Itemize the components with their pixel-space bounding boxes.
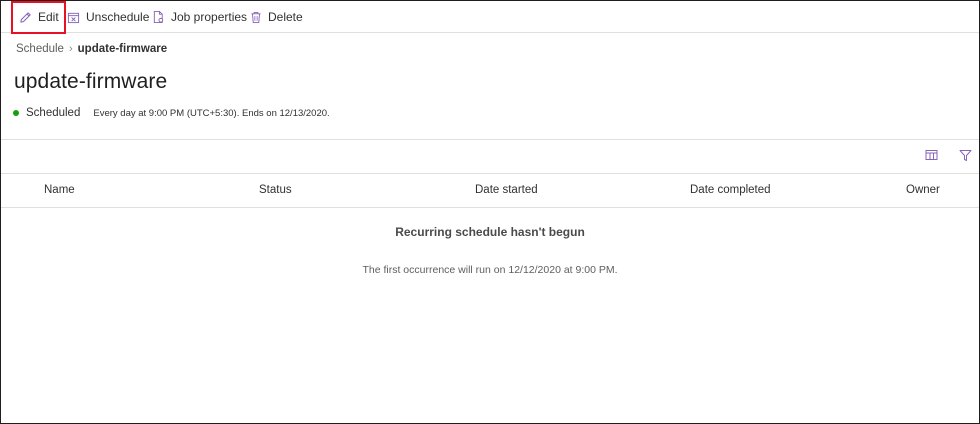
filter-icon[interactable]: [959, 149, 972, 167]
column-header-status[interactable]: Status: [259, 184, 292, 196]
empty-state-title: Recurring schedule hasn't begun: [395, 225, 585, 239]
empty-state-description: The first occurrence will run on 12/12/2…: [362, 264, 618, 276]
status-line: Scheduled Every day at 9:00 PM (UTC+5:30…: [13, 107, 330, 119]
breadcrumb-schedule-link[interactable]: Schedule: [16, 43, 64, 55]
column-options-icon[interactable]: [925, 149, 939, 167]
column-header-date-completed[interactable]: Date completed: [690, 184, 771, 196]
trash-icon: [251, 11, 261, 23]
column-header-name[interactable]: Name: [44, 184, 75, 196]
breadcrumb: Schedule › update-firmware: [16, 43, 167, 55]
job-properties-label: Job properties: [171, 10, 248, 24]
page-title: update-firmware: [14, 70, 168, 93]
divider: [1, 139, 979, 140]
document-gear-icon: [153, 10, 164, 24]
delete-button[interactable]: Delete: [250, 6, 303, 28]
table-header: Name Status Date started Date completed …: [1, 173, 979, 208]
chevron-right-icon: ›: [68, 43, 73, 55]
command-bar: Edit Unschedule Job properties Delete: [1, 1, 979, 33]
delete-label: Delete: [268, 10, 303, 24]
unschedule-button[interactable]: Unschedule: [67, 6, 149, 28]
status-dot-icon: [13, 110, 19, 116]
breadcrumb-current: update-firmware: [77, 43, 168, 55]
column-header-owner[interactable]: Owner: [906, 184, 940, 196]
calendar-x-icon: [67, 12, 80, 23]
window-frame: [0, 0, 980, 424]
column-header-date-started[interactable]: Date started: [475, 184, 538, 196]
job-properties-button[interactable]: Job properties: [152, 6, 247, 28]
status-text: Scheduled: [26, 107, 81, 119]
edit-highlight-box: [11, 1, 66, 34]
schedule-description: Every day at 9:00 PM (UTC+5:30). Ends on…: [93, 107, 330, 119]
unschedule-label: Unschedule: [86, 10, 150, 24]
